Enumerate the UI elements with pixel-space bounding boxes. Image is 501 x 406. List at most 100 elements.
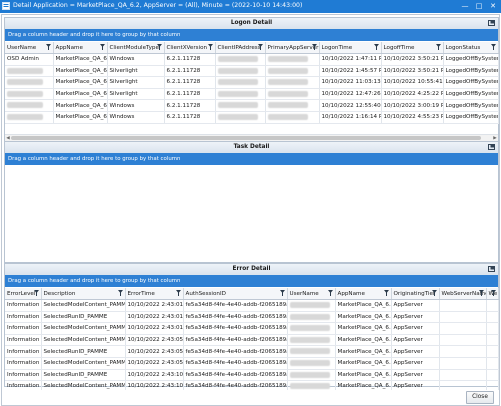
table-cell: MarketPlace_QA_6.2 [335,334,392,347]
table-cell: 10/10/2022 2:43:05 PM [125,334,184,347]
table-cell [287,299,336,312]
filter-icon[interactable] [490,44,496,50]
filter-icon[interactable] [45,44,51,50]
filter-icon[interactable] [490,290,496,296]
filter-icon[interactable] [435,44,441,50]
column-header[interactable]: PrimaryAppServer [265,42,320,54]
table-row[interactable]: OSD Admin MarketPlace_QA_6.2 Windows 6.2.1.… [5,53,499,66]
table-cell [5,88,54,101]
filter-icon[interactable] [33,290,39,296]
table-row[interactable]: MarketPlace_QA_6.2 Windows 6.2.1.11728 10/1… [5,111,499,124]
table-row[interactable]: MarketPlace_QA_6.2 Silverlight 6.2.1.11728… [5,76,499,89]
table-cell: MarketPlace_QA_6.2 [335,369,392,382]
column-header[interactable]: ClientXVersion [164,42,216,54]
table-cell [439,322,487,335]
logon-scroll-thumb[interactable] [11,136,481,140]
table-cell [439,345,487,358]
table-cell: 10/10/2022 3:50:21 PM [381,53,444,66]
filter-icon[interactable] [327,290,333,296]
column-header[interactable]: AuthSessionID [183,288,288,300]
table-cell [215,99,266,112]
table-cell: MarketPlace_QA_6.2 [335,322,392,335]
table-cell: Information [5,334,42,347]
error-detail-panel: Error Detail Drag a column header and dr… [4,263,499,393]
table-cell: MarketPlace_QA_6.2 [53,88,108,101]
column-header[interactable]: AppName [53,42,108,54]
filter-icon[interactable] [478,290,484,296]
filter-icon[interactable] [373,44,379,50]
popout-icon[interactable] [488,266,495,272]
column-header[interactable]: LogonStatus [443,42,499,54]
filter-icon[interactable] [311,44,317,50]
table-cell: LoggedOffBySystem [443,99,499,112]
table-cell: AppServer [391,299,440,312]
filter-icon[interactable] [156,44,162,50]
table-cell: 10/10/2022 2:43:05 PM [125,345,184,358]
column-header[interactable]: Description [41,288,126,300]
error-group-panel[interactable]: Drag a column header and drop it here to… [5,275,498,287]
table-row[interactable]: MarketPlace_QA_6.2 Silverlight 6.2.1.11728… [5,65,499,78]
column-header-label: AuthSessionID [185,290,226,297]
table-row[interactable]: Information SelectedModelContent_PAMME 10/… [5,322,499,335]
column-header[interactable]: LogonTime [319,42,382,54]
logon-group-panel[interactable]: Drag a column header and drop it here to… [5,29,498,41]
filter-icon[interactable] [99,44,105,50]
redacted-value [267,102,308,109]
redacted-value [217,90,258,97]
table-cell: AppServer [391,357,440,370]
popout-icon[interactable] [488,20,495,26]
table-cell [486,311,499,324]
column-header[interactable]: WebServerName [439,288,487,300]
table-cell [265,99,320,112]
filter-icon[interactable] [279,290,285,296]
close-icon[interactable]: ✕ [488,1,498,11]
column-header[interactable]: AppName [335,288,392,300]
table-cell [439,334,487,347]
table-cell: AppServer [391,345,440,358]
table-cell: SelectedRunID_PAMME [41,369,126,382]
table-cell: Windows [107,99,165,112]
table-row[interactable]: Information SelectedRunID_PAMME 10/10/2022… [5,369,499,382]
table-row[interactable]: MarketPlace_QA_6.2 Silverlight 6.2.1.11728… [5,88,499,101]
filter-icon[interactable] [207,44,213,50]
minimize-icon[interactable]: — [460,1,470,11]
close-button[interactable]: Close [466,391,494,404]
task-group-panel[interactable]: Drag a column header and drop it here to… [5,153,498,165]
error-grid: ErrorLevel Description ErrorTime AuthSessio… [5,288,499,393]
column-header[interactable]: ClientIPAddress [215,42,266,54]
maximize-icon[interactable]: □ [474,1,484,11]
table-cell: Information [5,345,42,358]
column-header[interactable]: ErrorTime [125,288,184,300]
column-header[interactable]: We [486,288,499,300]
filter-icon[interactable] [175,290,181,296]
column-header[interactable]: OriginatingTier [391,288,440,300]
redacted-value [289,325,330,332]
filter-icon[interactable] [383,290,389,296]
filter-icon[interactable] [117,290,123,296]
column-header[interactable]: ErrorLevel [5,288,42,300]
column-header[interactable]: LogoffTime [381,42,444,54]
redacted-value [267,79,308,86]
table-row[interactable]: Information SelectedRunID_PAMME 10/10/2022… [5,311,499,324]
filter-icon[interactable] [257,44,263,50]
table-cell: SelectedRunID_PAMME [41,311,126,324]
popout-icon[interactable] [488,144,495,150]
table-row[interactable]: Information SelectedModelContent_PAMME 10/… [5,357,499,370]
table-cell: 10/10/2022 2:43:10 PM [125,369,184,382]
table-cell: Information [5,311,42,324]
filter-icon[interactable] [431,290,437,296]
table-row[interactable]: Information SelectedRunID_PAMME 10/10/2022… [5,345,499,358]
table-row[interactable]: Information SelectedModelContent_PAMME 10/… [5,334,499,347]
table-cell: 10/10/2022 1:47:11 PM [319,53,382,66]
table-row[interactable]: MarketPlace_QA_6.2 Windows 6.2.1.11728 10/1… [5,99,499,112]
table-cell [5,65,54,78]
column-header-label: LogonStatus [445,44,481,51]
table-cell: Silverlight [107,88,165,101]
redacted-value [217,79,258,86]
column-header-label: AppName [337,290,365,297]
column-header[interactable]: UserName [5,42,54,54]
table-row[interactable]: Information SelectedModelContent_PAMME 10/… [5,299,499,312]
column-header[interactable]: ClientModuleType [107,42,165,54]
column-header-label: ClientModuleType [109,44,159,51]
column-header[interactable]: UserName [287,288,336,300]
